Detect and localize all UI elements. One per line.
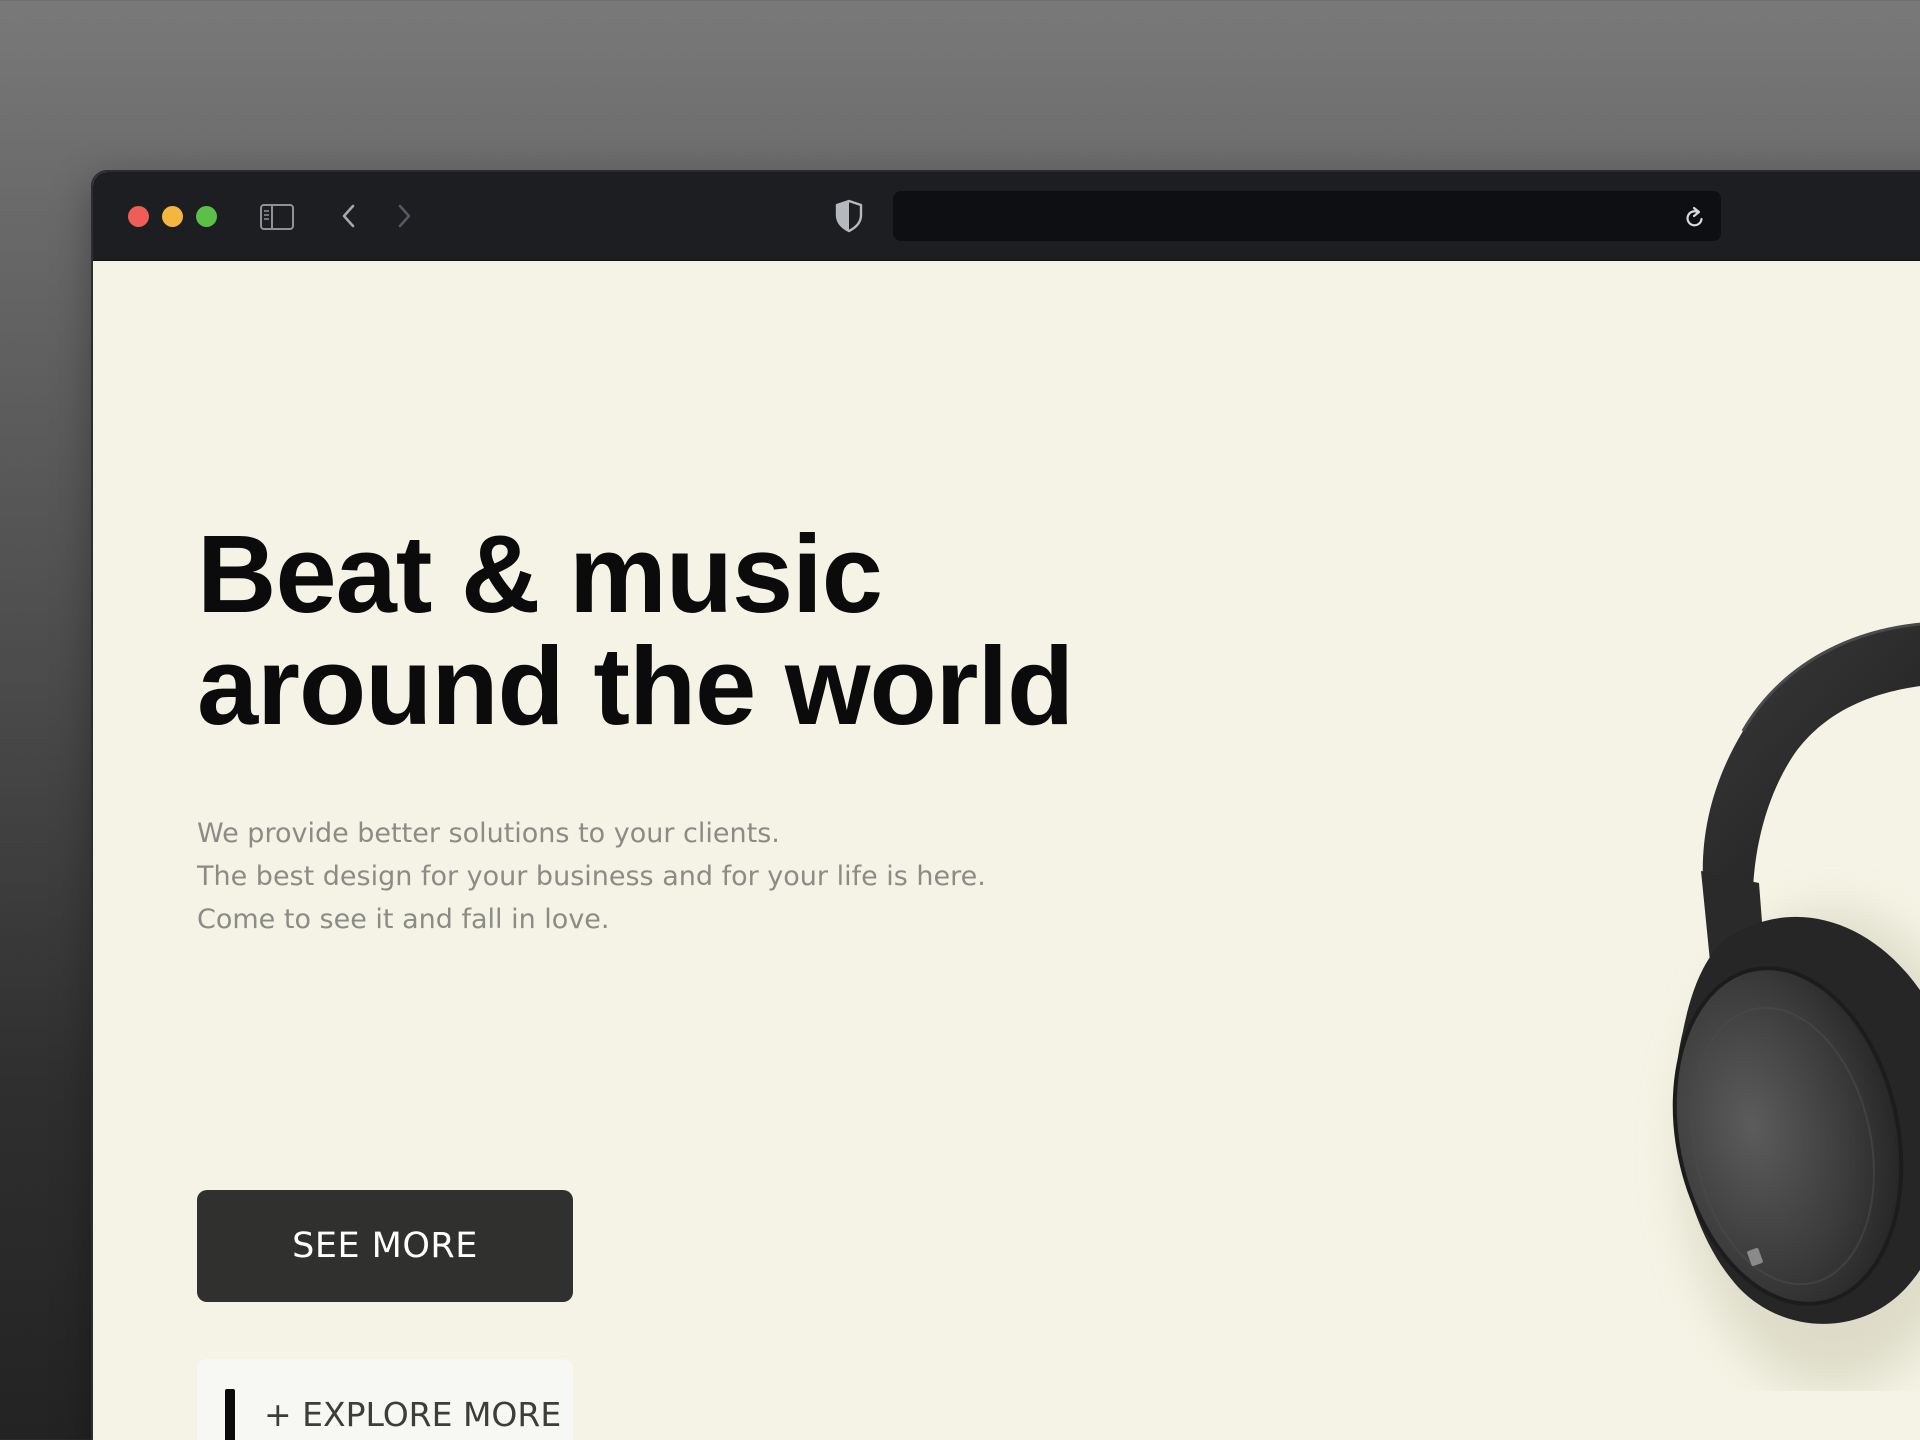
minimize-window-button[interactable] — [162, 206, 183, 227]
hero-description: We provide better solutions to your clie… — [197, 812, 986, 941]
headline-line-1: Beat & music — [197, 513, 883, 636]
maximize-window-button[interactable] — [196, 206, 217, 227]
reload-icon[interactable] — [1683, 204, 1707, 230]
sidebar-toggle-icon[interactable] — [259, 202, 295, 232]
chevron-right-icon[interactable] — [392, 201, 416, 231]
landing-page: Beat & music around the world We provide… — [93, 261, 1920, 1440]
hero-headline: Beat & music around the world — [197, 513, 1074, 748]
headline-line-2: around the world — [197, 625, 1074, 748]
accent-bar — [225, 1389, 235, 1440]
shield-icon[interactable] — [834, 199, 864, 233]
description-line-1: We provide better solutions to your clie… — [197, 818, 780, 849]
close-window-button[interactable] — [128, 206, 149, 227]
headphones-image — [1672, 622, 1920, 1391]
explore-more-label: + EXPLORE MORE — [264, 1395, 562, 1434]
chevron-left-icon[interactable] — [337, 201, 361, 231]
see-more-button[interactable]: SEE MORE — [197, 1190, 573, 1302]
browser-toolbar — [93, 172, 1920, 261]
description-line-2: The best design for your business and fo… — [197, 861, 986, 892]
address-bar[interactable] — [893, 191, 1721, 241]
description-line-3: Come to see it and fall in love. — [197, 904, 610, 935]
explore-more-button[interactable]: + EXPLORE MORE — [197, 1359, 573, 1440]
browser-window: Beat & music around the world We provide… — [93, 172, 1920, 1440]
